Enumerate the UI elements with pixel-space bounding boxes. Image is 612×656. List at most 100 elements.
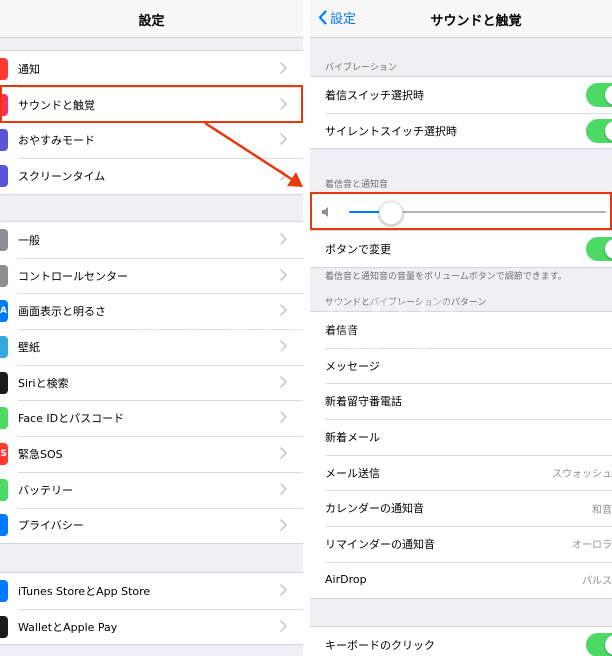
patterns-group: 着信音メッセージ新着留守番電話 新着メールメール送信 スウォッシュカレンダーの通知音… [310,311,612,599]
speaker-icon [322,207,328,217]
control-center-icon [0,264,8,287]
pattern-row-value: オーロラ [572,540,612,552]
pattern-row[interactable]: 新着留守番電話 [310,383,612,419]
pattern-row[interactable]: リマインダーの通知音 オーロラ [310,526,612,562]
toggle-switch[interactable] [586,632,612,656]
settings-row-label: バッテリー [18,483,73,497]
settings-row[interactable]: S 緊急SOS [0,436,303,472]
ringer-volume-row [310,194,612,230]
settings-row[interactable]: Face IDとパスコード [0,400,303,436]
settings-row[interactable]: バッテリー [0,471,303,508]
chevron-right-icon [280,97,287,110]
battery-icon [0,478,8,501]
buttons-note: 着信音と通知音の音量をボリュームボタンで調節できます。 [325,272,567,282]
pattern-row-value: 和音 [592,504,612,516]
gear-icon [0,228,8,251]
settings-group: iTunes StoreとApp Store WalletとApple Pay [0,572,303,646]
page-title: サウンドと触覚 [430,14,522,29]
settings-row-label: おやすみモード [18,134,95,148]
settings-row-label: Siriと検索 [18,376,69,390]
chevron-right-icon [280,376,287,388]
settings-navbar: 設定 [0,0,303,38]
chevron-right-icon [280,619,287,632]
settings-row[interactable]: 通知 [0,51,303,87]
pattern-row-label: 着信音 [325,323,358,337]
settings-row-label: 一般 [18,233,40,247]
chevron-right-icon [280,62,287,74]
vibration-group: 着信スイッチ選択時サイレントスイッチ選択時 [310,76,612,150]
slider-thumb[interactable] [379,201,404,225]
toggle-row: 着信スイッチ選択時 [310,77,612,113]
settings-row[interactable]: コントロールセンター [0,257,303,294]
toggle-row-label: ボタンで変更 [325,242,391,256]
pattern-row[interactable]: 着信音 [310,312,612,348]
toggle-switch[interactable] [586,118,612,143]
settings-row-label: 緊急SOS [18,447,63,461]
privacy-hand-icon [0,514,8,537]
settings-row-label: サウンドと触覚 [18,98,95,112]
pattern-row-value: スウォッシュ [552,469,612,481]
pattern-row-label: カレンダーの通知音 [325,502,424,516]
pattern-row[interactable]: メール送信 スウォッシュ [310,454,612,491]
chevron-right-icon [280,584,287,596]
face-id-icon [0,407,8,430]
display-icon: A [0,300,8,323]
settings-row-label: iTunes StoreとApp Store [18,584,151,598]
wallpaper-icon [0,335,8,358]
settings-row-label: スクリーンタイム [18,169,106,183]
settings-row[interactable]: iTunes StoreとApp Store [0,573,303,609]
toggle-row-label: キーボードのクリック [325,638,435,652]
settings-row[interactable]: Siriと検索 [0,364,303,401]
patterns-header: サウンドとバイブレーションのパターン [325,298,487,308]
pattern-row-label: AirDrop [325,573,367,587]
settings-row[interactable]: サウンドと触覚 [0,86,303,123]
chevron-right-icon [280,169,287,181]
pattern-row[interactable]: 新着メール [310,419,612,455]
notifications-icon [0,57,8,80]
sounds-navbar: 設定 サウンドと触覚 [310,0,612,38]
settings-panel: 設定 通知サウンドと触覚 おやすみモード スクリーンタイム 一般コントロールセンター A… [0,0,303,656]
hourglass-icon [0,164,8,187]
settings-row[interactable]: おやすみモード [0,122,303,158]
toggle-row: サイレントスイッチ選択時 [310,112,612,149]
settings-row[interactable]: プライバシー [0,507,303,544]
settings-row[interactable]: 壁紙 [0,329,303,365]
vibration-header: バイブレーション [325,63,397,73]
settings-row-label: WalletとApple Pay [18,620,118,634]
settings-row[interactable]: A 画面表示と明るさ [0,293,303,329]
page-title: 設定 [138,14,165,29]
pattern-row[interactable]: AirDrop パルス [310,561,612,598]
change-with-buttons-group: ボタンで変更 [310,230,612,268]
toggle-switch[interactable] [586,82,612,107]
pattern-row-label: 新着メール [325,430,380,444]
pattern-row-label: メッセージ [325,359,380,373]
wallet-icon [0,615,8,638]
settings-row-label: 画面表示と明るさ [18,305,106,319]
settings-row-label: Face IDとパスコード [18,412,125,426]
moon-icon [0,129,8,152]
settings-row[interactable]: スクリーンタイム [0,158,303,194]
toggle-switch[interactable] [586,236,612,261]
pattern-row-label: メール送信 [325,466,380,480]
ringer-volume-slider[interactable] [349,201,606,225]
chevron-right-icon [280,340,287,352]
chevron-right-icon [280,411,287,424]
pattern-row[interactable]: メッセージ [310,347,612,384]
pattern-row[interactable]: カレンダーの通知音 和音 [310,490,612,526]
chevron-right-icon [280,133,287,146]
toggle-row: キーボードのクリック [310,627,612,656]
chevron-right-icon [280,518,287,531]
sounds-icon [0,93,8,116]
settings-row-label: 壁紙 [18,340,40,354]
toggle-row: ボタンで変更 [310,231,612,267]
chevron-right-icon [280,304,287,317]
chevron-right-icon [280,233,287,245]
settings-row[interactable]: 一般 [0,222,303,258]
toggle-row-label: 着信スイッチ選択時 [325,88,424,102]
settings-row[interactable]: WalletとApple Pay [0,608,303,645]
siri-icon [0,371,8,394]
sos-icon: S [0,442,8,465]
settings-row-label: コントロールセンター [18,269,128,283]
pattern-row-label: 新着留守番電話 [325,395,402,409]
toggle-row-label: サイレントスイッチ選択時 [325,124,457,138]
